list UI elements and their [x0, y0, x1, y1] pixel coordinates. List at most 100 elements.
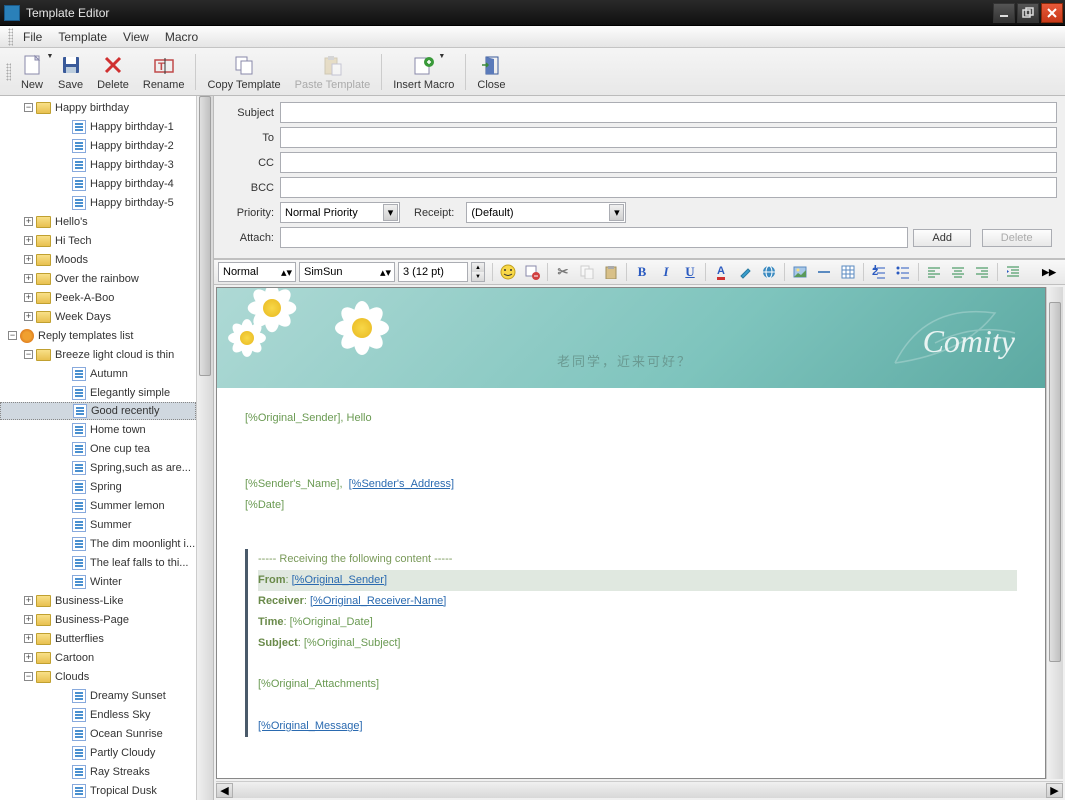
- tree-item[interactable]: Spring,such as are...: [0, 458, 196, 477]
- tree-item[interactable]: +Business-Page: [0, 610, 196, 629]
- editor[interactable]: 老同学，近来可好？ Comity [%Original_Sender], Hel…: [216, 287, 1046, 779]
- tree-item[interactable]: Ocean Sunrise: [0, 724, 196, 743]
- size-select[interactable]: 3 (12 pt): [398, 262, 468, 282]
- align-center-icon[interactable]: [947, 261, 969, 283]
- delete-attach-button[interactable]: Delete: [982, 229, 1052, 247]
- tree-item[interactable]: Winter: [0, 572, 196, 591]
- expand-icon[interactable]: +: [24, 217, 33, 226]
- tree-item[interactable]: −Reply templates list: [0, 326, 196, 345]
- scroll-thumb[interactable]: [1049, 302, 1061, 662]
- expand-icon[interactable]: +: [24, 653, 33, 662]
- expand-icon[interactable]: +: [24, 255, 33, 264]
- align-right-icon[interactable]: [971, 261, 993, 283]
- hr-icon[interactable]: [813, 261, 835, 283]
- cut-icon[interactable]: ✂: [552, 261, 574, 283]
- tree-item[interactable]: Summer lemon: [0, 496, 196, 515]
- maximize-button[interactable]: [1017, 3, 1039, 23]
- highlight-icon[interactable]: [734, 261, 756, 283]
- tree-item[interactable]: +Moods: [0, 250, 196, 269]
- bcc-input[interactable]: [280, 177, 1057, 198]
- minimize-button[interactable]: [993, 3, 1015, 23]
- tree-item[interactable]: Elegantly simple: [0, 383, 196, 402]
- paste-icon[interactable]: [600, 261, 622, 283]
- horizontal-scrollbar[interactable]: ◀ ▶: [216, 781, 1063, 798]
- expand-icon[interactable]: +: [24, 293, 33, 302]
- add-button[interactable]: Add: [913, 229, 971, 247]
- scroll-thumb[interactable]: [199, 96, 211, 376]
- expand-icon[interactable]: +: [24, 236, 33, 245]
- tree-item[interactable]: Happy birthday-3: [0, 155, 196, 174]
- tree-item[interactable]: +Business-Like: [0, 591, 196, 610]
- italic-icon[interactable]: I: [655, 261, 677, 283]
- table-icon[interactable]: [837, 261, 859, 283]
- indent-icon[interactable]: [1002, 261, 1024, 283]
- scroll-right-icon[interactable]: ▶: [1046, 783, 1063, 798]
- tree-item[interactable]: +Butterflies: [0, 629, 196, 648]
- tree-item[interactable]: Happy birthday-1: [0, 117, 196, 136]
- menu-file[interactable]: File: [15, 27, 50, 47]
- tree-item[interactable]: Partly Cloudy: [0, 743, 196, 762]
- tree-item[interactable]: Spring: [0, 477, 196, 496]
- ordered-list-icon[interactable]: 12: [868, 261, 890, 283]
- collapse-icon[interactable]: −: [24, 350, 33, 359]
- image-icon[interactable]: [789, 261, 811, 283]
- tree-item[interactable]: Summer: [0, 515, 196, 534]
- size-spinner[interactable]: ▲▼: [471, 262, 485, 282]
- tree-item[interactable]: Ray Streaks: [0, 762, 196, 781]
- cc-input[interactable]: [280, 152, 1057, 173]
- remove-format-icon[interactable]: [521, 261, 543, 283]
- subject-input[interactable]: [280, 102, 1057, 123]
- tree-item[interactable]: Good recently: [0, 402, 196, 420]
- scrollbar[interactable]: [1046, 287, 1063, 779]
- style-select[interactable]: Normal▴▾: [218, 262, 296, 282]
- collapse-icon[interactable]: −: [8, 331, 17, 340]
- tree-item[interactable]: +Hello's: [0, 212, 196, 231]
- copy-template-button[interactable]: Copy Template: [200, 50, 287, 94]
- to-input[interactable]: [280, 127, 1057, 148]
- menu-template[interactable]: Template: [50, 27, 115, 47]
- email-body[interactable]: [%Original_Sender], Hello [%Sender's_Nam…: [217, 388, 1045, 757]
- insert-macro-button[interactable]: Insert Macro ▼: [386, 50, 461, 94]
- expand-icon[interactable]: +: [24, 596, 33, 605]
- tree-item[interactable]: Happy birthday-4: [0, 174, 196, 193]
- priority-select[interactable]: Normal Priority▾: [280, 202, 400, 223]
- close-button[interactable]: [1041, 3, 1063, 23]
- collapse-icon[interactable]: −: [24, 672, 33, 681]
- tree-item[interactable]: Home town: [0, 420, 196, 439]
- bold-icon[interactable]: B: [631, 261, 653, 283]
- tree-item[interactable]: One cup tea: [0, 439, 196, 458]
- delete-button[interactable]: Delete: [90, 50, 136, 94]
- tree-item[interactable]: −Happy birthday: [0, 98, 196, 117]
- rename-button[interactable]: T Rename: [136, 50, 192, 94]
- tree-item[interactable]: Dreamy Sunset: [0, 686, 196, 705]
- tree-item[interactable]: The dim moonlight i...: [0, 534, 196, 553]
- attach-input[interactable]: [280, 227, 908, 248]
- save-button[interactable]: Save: [51, 50, 90, 94]
- tree-item[interactable]: +Over the rainbow: [0, 269, 196, 288]
- tree-item[interactable]: +Week Days: [0, 307, 196, 326]
- tree-item[interactable]: The leaf falls to thi...: [0, 553, 196, 572]
- font-select[interactable]: SimSun▴▾: [299, 262, 395, 282]
- copy-icon[interactable]: [576, 261, 598, 283]
- tree-item[interactable]: −Clouds: [0, 667, 196, 686]
- align-left-icon[interactable]: [923, 261, 945, 283]
- expand-icon[interactable]: +: [24, 634, 33, 643]
- tree-item[interactable]: Tropical Dusk: [0, 781, 196, 800]
- receipt-select[interactable]: (Default)▾: [466, 202, 626, 223]
- emoji-icon[interactable]: [497, 261, 519, 283]
- collapse-icon[interactable]: −: [24, 103, 33, 112]
- expand-icon[interactable]: +: [24, 312, 33, 321]
- close-toolbar-button[interactable]: Close: [470, 50, 512, 94]
- menu-view[interactable]: View: [115, 27, 157, 47]
- expand-icon[interactable]: +: [24, 615, 33, 624]
- tree-item[interactable]: +Peek-A-Boo: [0, 288, 196, 307]
- overflow-icon[interactable]: ▶▶: [1038, 261, 1060, 283]
- scrollbar[interactable]: [196, 96, 213, 800]
- underline-icon[interactable]: U: [679, 261, 701, 283]
- menu-macro[interactable]: Macro: [157, 27, 206, 47]
- tree-item[interactable]: −Breeze light cloud is thin: [0, 345, 196, 364]
- unordered-list-icon[interactable]: [892, 261, 914, 283]
- tree-item[interactable]: +Hi Tech: [0, 231, 196, 250]
- paste-template-button[interactable]: Paste Template: [288, 50, 378, 94]
- template-tree[interactable]: −Happy birthdayHappy birthday-1 Happy bir…: [0, 96, 196, 800]
